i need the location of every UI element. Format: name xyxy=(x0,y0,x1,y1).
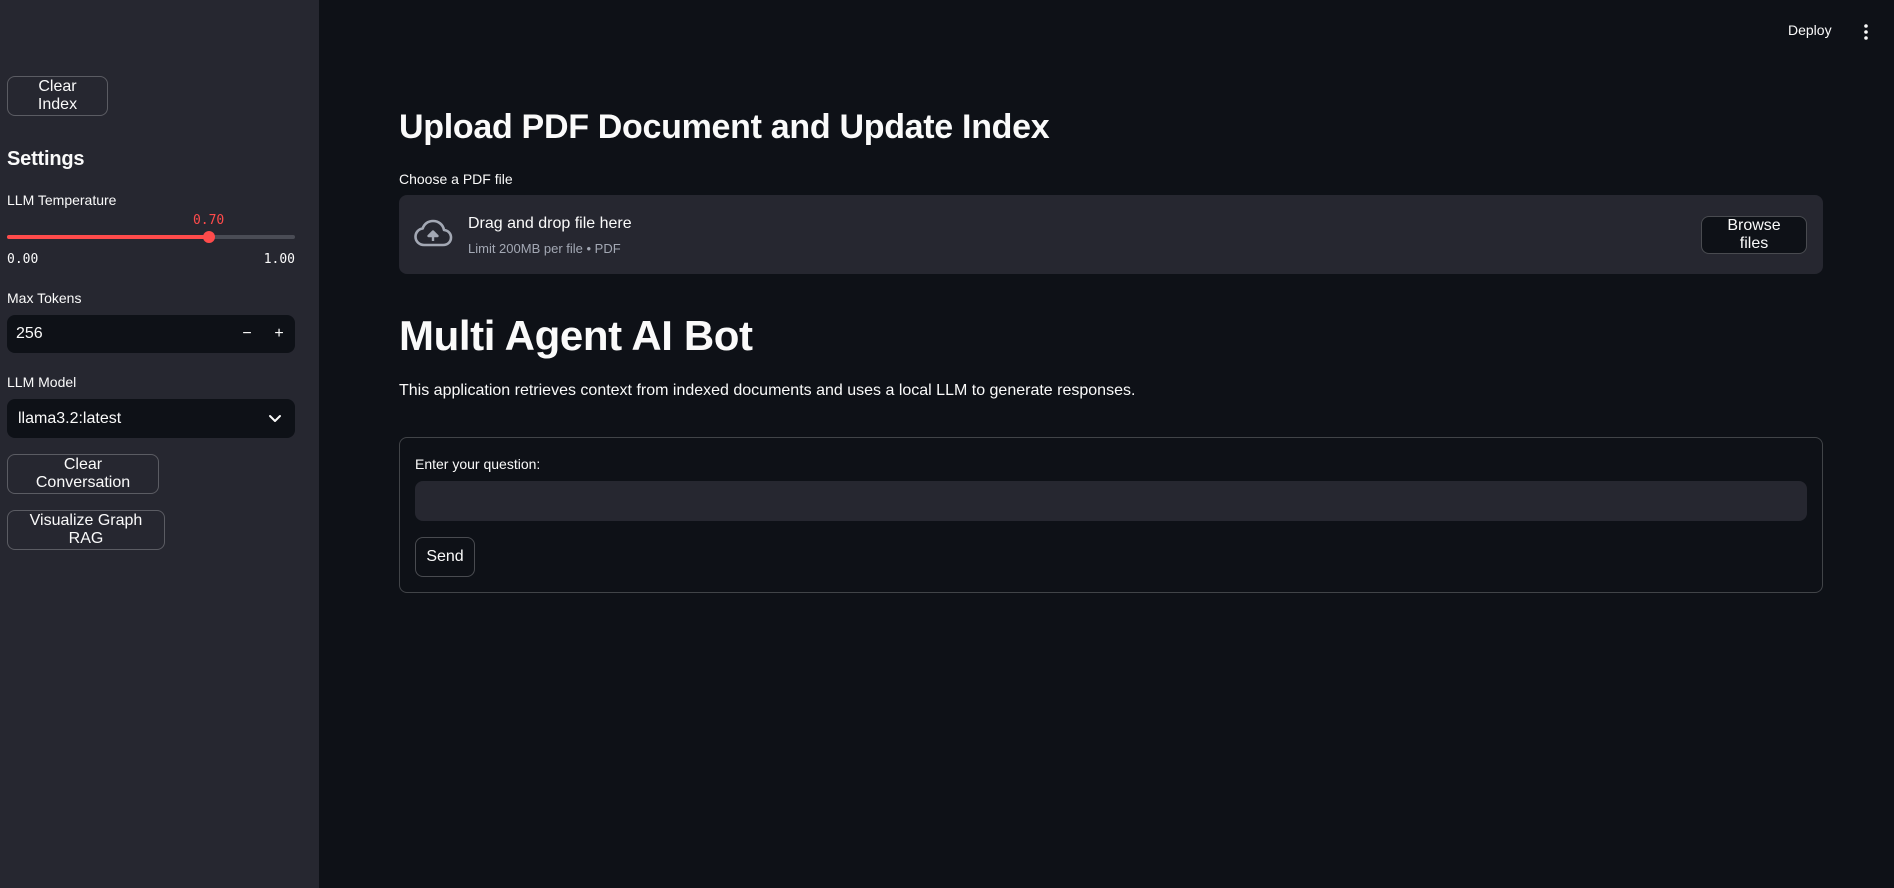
bot-title: Multi Agent AI Bot xyxy=(399,312,753,359)
slider-max-label: 1.00 xyxy=(263,252,295,267)
llm-model-select[interactable]: llama3.2:latest xyxy=(7,399,295,438)
chevron-down-icon xyxy=(267,410,283,431)
max-tokens-input[interactable]: 256 − + xyxy=(7,315,295,353)
temperature-label: LLM Temperature xyxy=(7,192,117,208)
max-tokens-label: Max Tokens xyxy=(7,290,82,306)
question-label: Enter your question: xyxy=(415,456,541,472)
file-uploader-label: Choose a PDF file xyxy=(399,171,513,187)
visualize-graph-rag-button[interactable]: Visualize Graph RAG xyxy=(7,510,165,550)
deploy-button[interactable]: Deploy xyxy=(1788,22,1832,38)
dropzone-title: Drag and drop file here xyxy=(468,215,632,232)
dropzone-subtitle: Limit 200MB per file • PDF xyxy=(468,241,621,256)
slider-thumb[interactable] xyxy=(202,231,215,243)
llm-model-selected: llama3.2:latest xyxy=(18,409,122,427)
question-input[interactable] xyxy=(415,481,1807,521)
temperature-value: 0.70 xyxy=(192,213,225,228)
decrement-button[interactable]: − xyxy=(231,315,263,353)
clear-conversation-button[interactable]: Clear Conversation xyxy=(7,454,159,494)
app-description: This application retrieves context from … xyxy=(399,382,1136,399)
slider-track[interactable] xyxy=(7,235,295,239)
upload-title: Upload PDF Document and Update Index xyxy=(399,108,1050,146)
send-button[interactable]: Send xyxy=(415,537,475,577)
slider-min-label: 0.00 xyxy=(7,252,39,267)
browse-files-button[interactable]: Browse files xyxy=(1701,216,1807,254)
cloud-upload-icon xyxy=(413,218,453,255)
max-tokens-value[interactable]: 256 xyxy=(7,325,231,343)
app-root: Clear Index Settings LLM Temperature 0.7… xyxy=(0,0,1894,888)
sidebar: Clear Index Settings LLM Temperature 0.7… xyxy=(0,0,319,888)
question-form: Enter your question: Send xyxy=(399,437,1823,593)
file-dropzone[interactable]: Drag and drop file here Limit 200MB per … xyxy=(399,195,1823,274)
slider-fill xyxy=(7,235,209,239)
increment-button[interactable]: + xyxy=(263,315,295,353)
settings-heading: Settings xyxy=(7,148,85,170)
llm-model-label: LLM Model xyxy=(7,374,77,390)
clear-index-button[interactable]: Clear Index xyxy=(7,76,108,116)
temperature-slider[interactable]: 0.70 0.00 1.00 xyxy=(7,212,295,272)
vertical-dots-icon[interactable] xyxy=(1858,23,1874,41)
